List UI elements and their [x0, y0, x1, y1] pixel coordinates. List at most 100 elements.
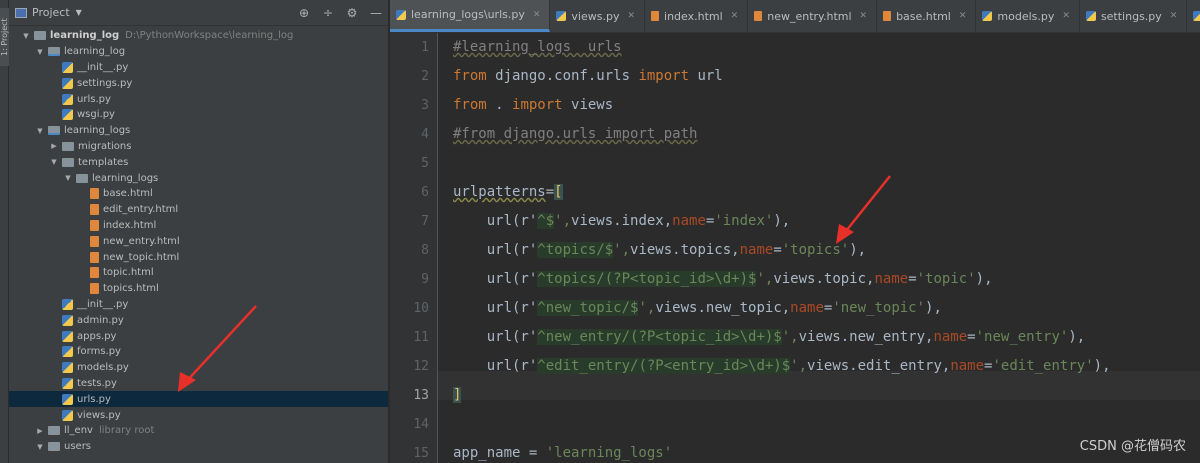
- editor-tab[interactable]: admin.py✕: [1187, 0, 1200, 32]
- tree-item[interactable]: ▶ migrations: [9, 139, 388, 155]
- close-icon[interactable]: ✕: [959, 11, 967, 21]
- tab-label: index.html: [664, 9, 723, 23]
- code-token: views.new_topic,: [655, 300, 791, 316]
- editor-tab[interactable]: index.html ✕: [645, 0, 749, 32]
- editor-tab[interactable]: settings.py ✕: [1080, 0, 1188, 32]
- tree-item[interactable]: __init__.py: [9, 60, 388, 76]
- tree-item-label: new_entry.html: [103, 235, 180, 247]
- line-number: 14: [413, 417, 429, 432]
- tree-item[interactable]: ▼ learning_logs: [9, 123, 388, 139]
- python-file-icon: [62, 61, 73, 73]
- python-file-icon: [1085, 11, 1096, 21]
- tree-item-label: learning_log: [64, 46, 126, 58]
- tree-item-label: __init__.py: [77, 61, 129, 73]
- tree-item[interactable]: wsgi.py: [9, 107, 388, 123]
- close-icon[interactable]: ✕: [627, 11, 635, 21]
- editor-tab[interactable]: views.py ✕: [550, 0, 646, 32]
- close-icon[interactable]: ✕: [533, 10, 541, 20]
- tree-item[interactable]: apps.py: [9, 328, 388, 344]
- code-token: import: [638, 68, 690, 84]
- tree-item[interactable]: views.py: [9, 407, 388, 423]
- code-token: ]: [453, 387, 462, 403]
- tree-item[interactable]: edit_entry.html: [9, 202, 388, 218]
- code-token: ),: [849, 242, 867, 258]
- code-token: ',: [613, 242, 631, 258]
- tree-item-label: wsgi.py: [77, 109, 115, 121]
- collapse-icon[interactable]: ÷: [316, 6, 340, 20]
- tree-item[interactable]: settings.py: [9, 75, 388, 91]
- tree-item[interactable]: ▶ ll_env library root: [9, 423, 388, 439]
- tree-item[interactable]: admin.py: [9, 312, 388, 328]
- tree-item-label: urls.py: [77, 93, 111, 105]
- code-token: views.new_entry,: [798, 329, 934, 345]
- tree-item-label: ll_env: [64, 425, 93, 437]
- chevron-down-icon[interactable]: ▼: [63, 174, 73, 182]
- close-icon[interactable]: ✕: [731, 11, 739, 21]
- tree-item-label: index.html: [103, 219, 157, 231]
- chevron-down-icon[interactable]: ▼: [49, 158, 59, 166]
- html-file-icon: [90, 188, 99, 200]
- line-number: 15: [413, 446, 429, 461]
- editor-tab[interactable]: new_entry.html ✕: [748, 0, 878, 32]
- tree-item-label: topic.html: [103, 267, 154, 279]
- tree-item[interactable]: urls.py: [9, 91, 388, 107]
- tree-item[interactable]: urls.py: [9, 391, 388, 408]
- close-icon[interactable]: ✕: [1062, 11, 1070, 21]
- tree-item[interactable]: ▼ templates: [9, 154, 388, 170]
- python-file-icon: [62, 298, 73, 310]
- project-panel-tools: ⊕ ÷ ⚙ —: [292, 6, 388, 20]
- chevron-down-icon[interactable]: ▼: [21, 32, 31, 40]
- chevron-down-icon[interactable]: ▼: [76, 8, 82, 17]
- tree-item[interactable]: topics.html: [9, 281, 388, 297]
- chevron-right-icon[interactable]: ▶: [49, 142, 59, 150]
- code-token: app_name =: [453, 445, 546, 461]
- tree-item[interactable]: tests.py: [9, 376, 388, 392]
- html-file-icon: [90, 235, 99, 247]
- code-token: url(r': [453, 300, 538, 316]
- python-file-icon: [62, 362, 73, 374]
- python-file-icon: [62, 409, 73, 421]
- code-token: ),: [1093, 358, 1111, 374]
- code-token: name: [933, 329, 968, 345]
- tree-item[interactable]: ▼ learning_logs: [9, 170, 388, 186]
- code-token: url(r': [453, 242, 538, 258]
- project-tree: ▼ learning_log D:\PythonWorkspace\learning…: [9, 28, 388, 455]
- close-icon[interactable]: ✕: [1170, 11, 1178, 21]
- python-file-icon: [62, 346, 73, 358]
- editor-tab[interactable]: base.html ✕: [877, 0, 977, 32]
- gear-icon[interactable]: ⚙: [340, 6, 364, 20]
- tree-item[interactable]: forms.py: [9, 344, 388, 360]
- tree-item[interactable]: __init__.py: [9, 297, 388, 313]
- code-token: ',: [638, 300, 656, 316]
- code-token: from: [453, 97, 487, 113]
- tree-item[interactable]: new_entry.html: [9, 233, 388, 249]
- code-token: name: [790, 300, 824, 316]
- tree-item[interactable]: topic.html: [9, 265, 388, 281]
- code-token: ^$: [537, 213, 555, 229]
- tree-item[interactable]: models.py: [9, 360, 388, 376]
- tree-item[interactable]: index.html: [9, 218, 388, 234]
- hide-icon[interactable]: —: [364, 6, 388, 20]
- chevron-down-icon[interactable]: ▼: [35, 127, 45, 135]
- tree-item[interactable]: new_topic.html: [9, 249, 388, 265]
- editor-tab[interactable]: models.py ✕: [976, 0, 1080, 32]
- locate-icon[interactable]: ⊕: [292, 6, 316, 20]
- project-tool-button[interactable]: 1: Project: [0, 8, 9, 66]
- project-panel-title[interactable]: Project: [32, 6, 70, 19]
- code-token: ),: [925, 300, 942, 316]
- folder-icon: [48, 126, 60, 136]
- chevron-down-icon[interactable]: ▼: [35, 48, 45, 56]
- tree-item[interactable]: ▼ learning_log D:\PythonWorkspace\learning…: [9, 28, 388, 44]
- tree-item[interactable]: base.html: [9, 186, 388, 202]
- line-number: 4: [421, 127, 429, 142]
- code-view[interactable]: #learning_logs urls from django.conf.urls…: [438, 33, 1200, 463]
- editor-tab[interactable]: learning_logs\urls.py ✕: [390, 0, 551, 32]
- html-file-icon: [883, 11, 892, 21]
- code-line: from . import views: [453, 91, 613, 120]
- html-file-icon: [90, 219, 99, 231]
- tree-item[interactable]: ▼ learning_log: [9, 44, 388, 60]
- close-icon[interactable]: ✕: [860, 11, 868, 21]
- chevron-right-icon[interactable]: ▶: [35, 427, 45, 435]
- tree-item[interactable]: ▼ users: [9, 439, 388, 455]
- chevron-down-icon[interactable]: ▼: [35, 443, 45, 451]
